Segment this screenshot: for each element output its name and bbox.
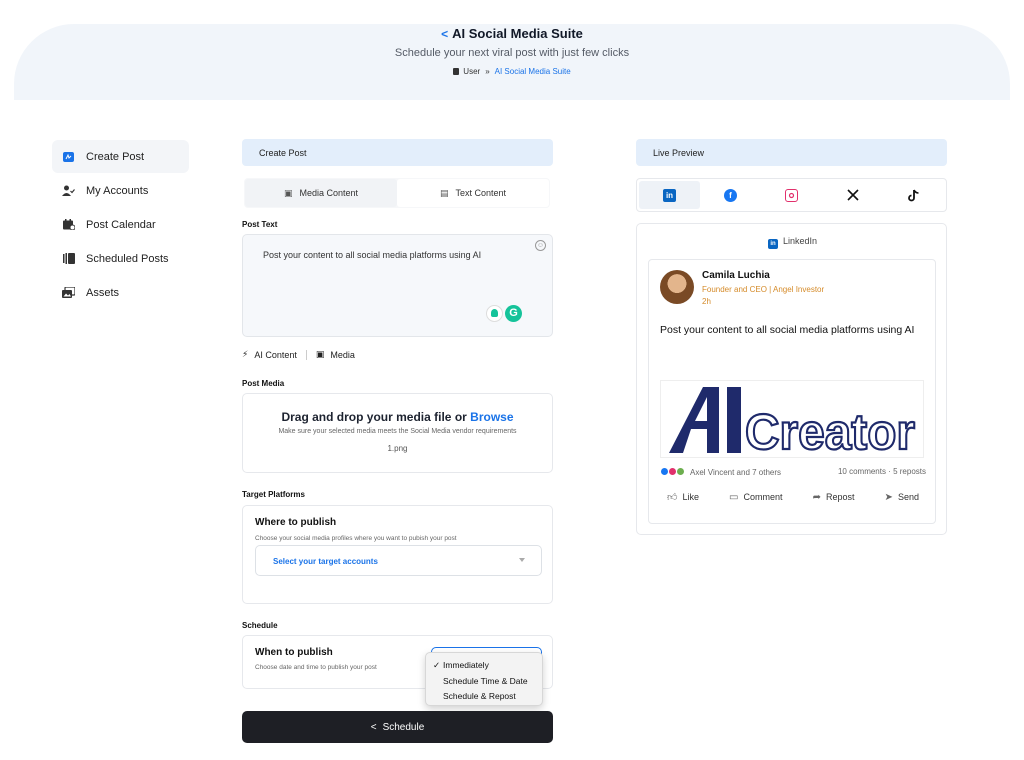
schedule-label: Schedule bbox=[242, 621, 278, 630]
media-button[interactable]: ▣ Media bbox=[316, 349, 355, 360]
lightbulb-icon[interactable] bbox=[486, 305, 503, 322]
sidebar: Create Post My Accounts Post Calendar Sc… bbox=[52, 140, 189, 310]
platform-tabs: in f bbox=[636, 178, 947, 212]
breadcrumb: User» AI Social Media Suite bbox=[0, 67, 1024, 76]
post-tools: ⚡ AI Content ▣ Media bbox=[242, 349, 355, 360]
user-check-icon bbox=[62, 185, 75, 196]
target-platforms-label: Target Platforms bbox=[242, 490, 305, 499]
tab-tiktok[interactable] bbox=[883, 181, 944, 209]
images-icon: ▣ bbox=[283, 187, 293, 198]
tab-x[interactable] bbox=[822, 181, 883, 209]
preview-network: in LinkedIn bbox=[637, 236, 948, 249]
tab-linkedin[interactable]: in bbox=[639, 181, 700, 209]
sidebar-item-create-post[interactable]: Create Post bbox=[52, 140, 189, 173]
share-icon: < bbox=[370, 722, 377, 733]
comment-icon: ▭ bbox=[729, 491, 739, 503]
post-time: 2h bbox=[702, 297, 711, 306]
share-icon: < bbox=[441, 27, 449, 41]
post-text-label: Post Text bbox=[242, 220, 278, 229]
create-post-header: Create Post bbox=[242, 139, 553, 166]
repost-button[interactable]: ➦ Repost bbox=[813, 491, 855, 503]
sidebar-item-post-calendar[interactable]: Post Calendar bbox=[52, 208, 189, 241]
check-icon: ✓ bbox=[433, 660, 441, 670]
sidebar-item-scheduled-posts[interactable]: Scheduled Posts bbox=[52, 242, 189, 275]
linkedin-icon: in bbox=[767, 239, 778, 249]
author-name: Camila Luchia bbox=[702, 270, 770, 281]
compose-icon bbox=[62, 151, 75, 162]
browse-link[interactable]: Browse bbox=[470, 410, 513, 424]
uploaded-file-name: 1.png bbox=[387, 444, 408, 453]
content-type-tabs: ▣ Media Content ▤ Text Content bbox=[244, 178, 550, 208]
post-media-label: Post Media bbox=[242, 379, 285, 388]
where-to-publish-card: Where to publish Choose your social medi… bbox=[242, 505, 553, 604]
menu-item-schedule-time-date[interactable]: Schedule Time & Date bbox=[426, 674, 542, 690]
send-button[interactable]: ➤ Send bbox=[885, 491, 919, 503]
repost-icon: ➦ bbox=[812, 491, 821, 503]
user-icon bbox=[453, 68, 460, 75]
keyboard-icon: ▤ bbox=[439, 187, 449, 198]
target-accounts-select[interactable]: Select your target accounts bbox=[255, 545, 542, 576]
menu-item-immediately[interactable]: ✓ Immediately bbox=[426, 658, 542, 674]
sidebar-item-my-accounts[interactable]: My Accounts bbox=[52, 174, 189, 207]
post-text-value: Post your content to all social media pl… bbox=[263, 250, 482, 260]
media-dropzone[interactable]: Drag and drop your media file or Browse … bbox=[242, 393, 553, 473]
tab-facebook[interactable]: f bbox=[700, 181, 761, 209]
breadcrumb-home[interactable]: User bbox=[463, 67, 480, 76]
schedule-button[interactable]: < Schedule bbox=[242, 711, 553, 743]
post-stats: Axel Vincent and 7 others 10 comments · … bbox=[660, 467, 926, 477]
sidebar-item-assets[interactable]: Assets bbox=[52, 276, 189, 309]
post-image: Creator bbox=[660, 380, 924, 458]
like-button[interactable]: 👍︎ Like bbox=[667, 491, 699, 503]
publish-time-menu: ✓ Immediately Schedule Time & Date Schedu… bbox=[425, 652, 543, 706]
page-title: < AI Social Media Suite bbox=[441, 26, 583, 41]
post-preview-card: in LinkedIn Camila Luchia Founder and CEO… bbox=[636, 223, 947, 535]
reactions-icon bbox=[660, 467, 688, 476]
menu-item-schedule-repost[interactable]: Schedule & Repost bbox=[426, 689, 542, 705]
tab-text-content[interactable]: ▤ Text Content bbox=[397, 179, 549, 207]
facebook-icon: f bbox=[724, 188, 737, 202]
chevron-down-icon bbox=[519, 558, 525, 562]
page-subtitle: Schedule your next viral post with just … bbox=[394, 47, 630, 59]
post-actions: 👍︎ Like ▭ Comment ➦ Repost ➤ Send bbox=[660, 491, 926, 504]
ai-content-button[interactable]: ⚡ AI Content bbox=[242, 349, 297, 360]
author-title: Founder and CEO | Angel Investor bbox=[702, 285, 825, 294]
tab-media-content[interactable]: ▣ Media Content bbox=[245, 179, 397, 207]
tab-instagram[interactable] bbox=[761, 181, 822, 209]
x-icon bbox=[846, 189, 859, 202]
post-text: Post your content to all social media pl… bbox=[660, 324, 915, 336]
avatar bbox=[660, 270, 694, 304]
linkedin-icon: in bbox=[663, 188, 676, 202]
breadcrumb-current: AI Social Media Suite bbox=[494, 67, 571, 76]
comment-button[interactable]: ▭ Comment bbox=[729, 491, 782, 503]
list-icon bbox=[62, 253, 75, 264]
instagram-icon bbox=[785, 188, 798, 202]
tiktok-icon bbox=[907, 189, 920, 202]
images-icon bbox=[62, 287, 75, 298]
emoji-icon[interactable]: ☺ bbox=[535, 240, 546, 251]
send-icon: ➤ bbox=[884, 491, 893, 503]
images-icon: ▣ bbox=[315, 349, 325, 359]
magic-wand-icon: ⚡ bbox=[242, 349, 249, 359]
grammarly-icon[interactable]: G bbox=[505, 305, 522, 322]
thumbs-up-icon: 👍︎ bbox=[667, 492, 678, 503]
live-preview-header: Live Preview bbox=[636, 139, 947, 166]
post-text-input[interactable]: Post your content to all social media pl… bbox=[242, 234, 553, 337]
logo-text: Creator bbox=[745, 404, 915, 458]
calendar-icon bbox=[62, 219, 75, 230]
linkedin-post: Camila Luchia Founder and CEO | Angel In… bbox=[648, 259, 936, 524]
